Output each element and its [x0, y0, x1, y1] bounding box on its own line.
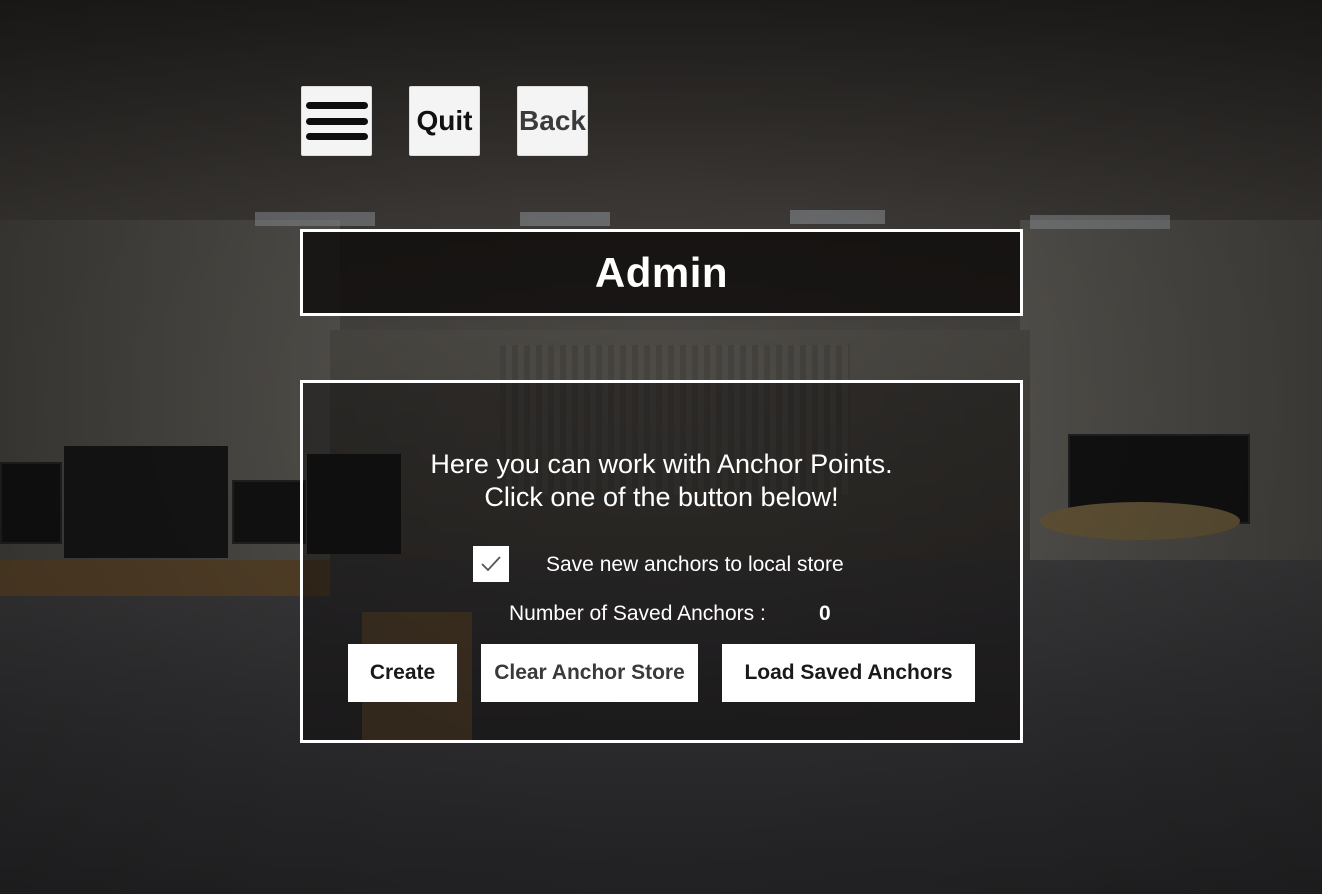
menu-button[interactable]: [301, 86, 372, 156]
saved-anchors-count-label: Number of Saved Anchors :: [509, 602, 766, 625]
mixed-reality-scene: Quit Back Admin Here you can work with A…: [0, 0, 1322, 894]
hamburger-menu-icon: [305, 102, 368, 140]
back-button[interactable]: Back: [517, 86, 588, 156]
quit-button[interactable]: Quit: [409, 86, 480, 156]
instruction-line-2: Click one of the button below!: [484, 482, 839, 512]
anchor-panel: Here you can work with Anchor Points. Cl…: [300, 380, 1023, 743]
saved-anchors-count-value: 0: [819, 602, 831, 625]
instruction-line-1: Here you can work with Anchor Points.: [430, 449, 893, 479]
clear-anchor-store-button[interactable]: Clear Anchor Store: [481, 644, 698, 702]
page-title: Admin: [594, 248, 729, 296]
save-anchors-checkbox[interactable]: [473, 546, 509, 582]
load-saved-anchors-button[interactable]: Load Saved Anchors: [722, 644, 975, 702]
create-button[interactable]: Create: [348, 644, 457, 702]
checkmark-icon: [481, 556, 501, 572]
title-panel: Admin: [300, 229, 1023, 316]
save-anchors-label: Save new anchors to local store: [546, 553, 844, 576]
instructions-text: Here you can work with Anchor Points. Cl…: [303, 448, 1020, 514]
